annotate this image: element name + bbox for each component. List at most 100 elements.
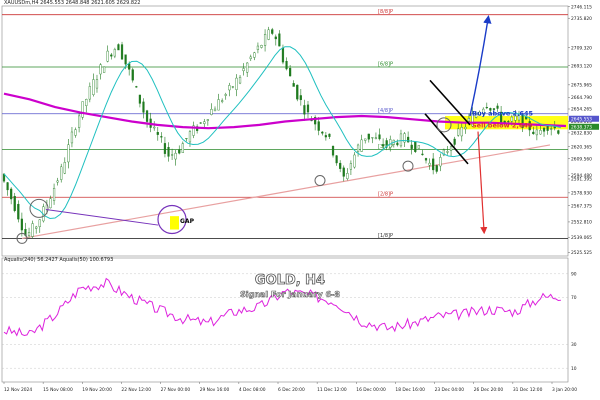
price-label-17: 2525.525 <box>571 250 592 256</box>
candle-body <box>274 36 277 40</box>
candle-body <box>49 198 52 209</box>
time-label-7: 6 Dec 20:00 <box>278 387 305 393</box>
candle-body <box>439 157 442 167</box>
candle-body <box>292 83 295 87</box>
candle-body <box>281 47 285 63</box>
price-label-9: 2620.365 <box>571 144 592 150</box>
time-label-2: 19 Nov 20:00 <box>82 387 112 393</box>
candle-body <box>153 126 156 129</box>
symbol-header: XAUUSDm,H4 2645.553 2648.848 2621.605 26… <box>4 0 141 6</box>
candle-body <box>356 144 360 153</box>
candle-body <box>353 154 356 168</box>
annotation-0: Buy above 2,645 <box>472 109 534 117</box>
price-label-0: 2746.115 <box>571 4 592 10</box>
candle-body <box>124 54 127 65</box>
candle-body <box>328 133 331 137</box>
time-label-11: 23 Dec 04:00 <box>435 387 465 393</box>
candle-body <box>349 163 353 170</box>
candle-body <box>145 110 149 122</box>
candle-body <box>339 162 342 169</box>
candle-body <box>446 151 449 153</box>
candle-body <box>117 44 120 51</box>
price-label-5: 2664.790 <box>571 95 592 101</box>
candle-body <box>210 109 213 115</box>
candle-body <box>99 64 102 75</box>
candle-body <box>435 165 438 172</box>
time-label-13: 31 Dec 12:00 <box>513 387 543 393</box>
candle-body <box>557 130 560 134</box>
candle-body <box>203 121 206 124</box>
candle-body <box>221 100 224 102</box>
candle-body <box>81 101 84 118</box>
time-label-8: 11 Dec 12:00 <box>317 387 347 393</box>
candle-body <box>110 54 113 57</box>
candle-body <box>467 118 471 122</box>
price-label-10: 2609.560 <box>571 156 592 162</box>
murrey-label-0: [8/8]P <box>378 9 393 15</box>
candle-body <box>56 180 59 183</box>
time-axis: 12 Nov 2024 15 Nov 08:00 19 Nov 20:00 22 No… <box>3 382 577 393</box>
candle-body <box>113 49 116 57</box>
candle-body <box>135 86 138 88</box>
candle-body <box>396 142 399 146</box>
rsi-label-3: 10 <box>571 366 577 372</box>
candle-body <box>289 68 292 77</box>
candle-body <box>106 50 109 62</box>
rsi-label-2: 30 <box>571 342 577 348</box>
candle-body <box>235 77 238 90</box>
candle-body <box>217 99 220 111</box>
candle-body <box>103 66 106 73</box>
time-label-12: 26 Dec 20:00 <box>474 387 504 393</box>
candle-body <box>324 135 327 138</box>
candle-body <box>88 86 91 100</box>
price-label-14: 2567.375 <box>571 203 592 209</box>
candle-body <box>414 141 417 152</box>
candle-body <box>532 131 535 135</box>
candle-body <box>285 60 288 70</box>
murrey-label-5: [1/8]P <box>378 233 393 239</box>
candle-body <box>260 45 263 48</box>
candle-body <box>120 44 124 60</box>
candle-body <box>17 203 20 220</box>
candle-body <box>464 126 467 130</box>
candle-body <box>360 139 363 152</box>
candle-body <box>170 154 174 156</box>
candle-body <box>20 218 23 231</box>
candle-body <box>131 69 134 81</box>
candle-body <box>35 226 38 229</box>
candle-body <box>78 115 81 128</box>
price-label-13: 2578.930 <box>571 190 592 196</box>
candle-body <box>460 127 463 137</box>
candle-body <box>63 162 66 174</box>
candle-body <box>185 138 188 140</box>
candle-body <box>271 29 274 34</box>
candle-body <box>213 108 217 112</box>
price-label-1: 2735.820 <box>571 16 592 22</box>
price-label-2: 2709.320 <box>571 45 592 51</box>
time-label-3: 22 Nov 12:00 <box>121 387 151 393</box>
candle-body <box>142 101 145 113</box>
price-tag-1: 2638.373 <box>571 124 592 130</box>
candle-body <box>163 143 167 154</box>
candle-body <box>421 153 424 156</box>
candle-body <box>256 45 260 50</box>
candle-body <box>385 140 388 146</box>
price-label-3: 2693.120 <box>571 63 592 69</box>
time-label-1: 15 Nov 08:00 <box>43 387 73 393</box>
candle-body <box>70 131 74 144</box>
gap-highlight <box>170 216 179 230</box>
murrey-label-4: [2/8]P <box>378 192 393 198</box>
candle-body <box>263 34 267 46</box>
candle-body <box>510 116 513 122</box>
candle-body <box>374 137 378 140</box>
candle-body <box>535 129 538 136</box>
candle-body <box>95 79 99 89</box>
candle-body <box>542 127 546 132</box>
annotation-2: GAP <box>180 218 195 225</box>
candle-body <box>335 155 338 164</box>
candle-body <box>399 133 403 147</box>
candle-body <box>167 147 170 157</box>
candle-body <box>156 132 159 135</box>
candle-body <box>128 63 131 70</box>
candle-body <box>449 146 453 151</box>
